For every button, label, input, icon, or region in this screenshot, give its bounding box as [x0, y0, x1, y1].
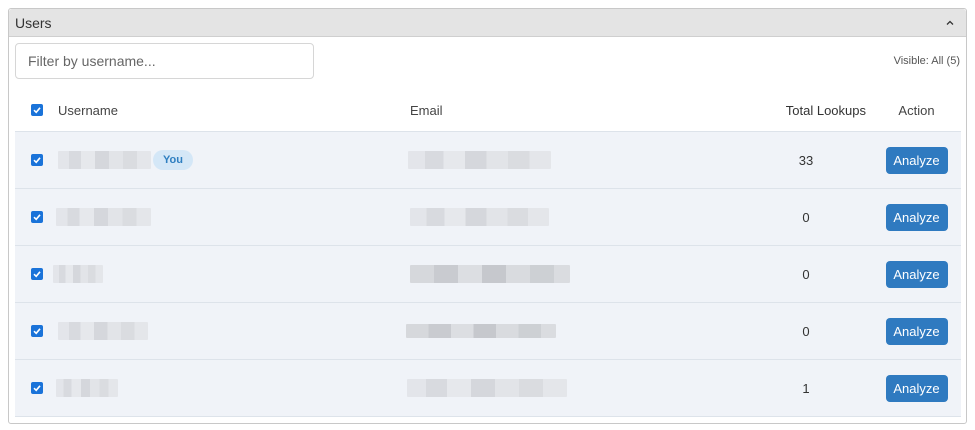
- redacted-email: [408, 151, 551, 169]
- redacted-username: [53, 265, 103, 283]
- analyze-button[interactable]: Analyze: [885, 260, 948, 288]
- collapse-button[interactable]: [942, 15, 958, 31]
- total-lookups-value: 33: [798, 152, 814, 168]
- redacted-username: [58, 322, 148, 340]
- redacted-email: [406, 324, 556, 338]
- checkmark-icon: [32, 157, 41, 164]
- table-header: Username Email Total Lookups Action: [15, 89, 961, 132]
- analyze-button[interactable]: Analyze: [885, 203, 948, 231]
- row-checkbox[interactable]: [30, 154, 43, 166]
- redacted-username: [56, 208, 151, 226]
- column-header-username[interactable]: Username: [58, 103, 410, 118]
- checkmark-icon: [32, 328, 41, 335]
- row-checkbox[interactable]: [30, 382, 43, 394]
- checkmark-icon: [32, 271, 41, 278]
- visible-count: Visible: All (5): [893, 55, 960, 67]
- redacted-email: [410, 265, 570, 283]
- total-lookups-value: 0: [802, 209, 810, 225]
- you-badge: You: [153, 150, 193, 170]
- total-lookups-value: 1: [802, 380, 810, 396]
- redacted-username: [58, 151, 151, 169]
- redacted-email: [407, 379, 567, 397]
- users-table: Username Email Total Lookups Action You …: [15, 89, 961, 417]
- panel-header: Users: [9, 9, 966, 37]
- analyze-button[interactable]: Analyze: [885, 317, 948, 345]
- row-checkbox[interactable]: [30, 268, 43, 280]
- table-row: 0 Analyze: [15, 246, 961, 303]
- row-checkbox[interactable]: [30, 211, 43, 223]
- chevron-up-icon: [946, 20, 954, 25]
- redacted-email: [410, 208, 549, 226]
- total-lookups-value: 0: [802, 323, 810, 339]
- total-lookups-value: 0: [802, 266, 810, 282]
- column-header-action: Action: [898, 102, 935, 118]
- checkmark-icon: [32, 385, 41, 392]
- table-row: 0 Analyze: [15, 303, 961, 360]
- table-row: 0 Analyze: [15, 189, 961, 246]
- table-row: You 33 Analyze: [15, 132, 961, 189]
- analyze-button[interactable]: Analyze: [885, 374, 948, 402]
- row-checkbox[interactable]: [30, 325, 43, 337]
- filter-username-input[interactable]: [15, 43, 314, 79]
- panel-title: Users: [15, 14, 52, 31]
- checkmark-icon: [32, 214, 41, 221]
- select-all-checkbox[interactable]: [30, 104, 43, 116]
- checkmark-icon: [32, 107, 41, 114]
- column-header-email[interactable]: Email: [410, 103, 740, 118]
- redacted-username: [56, 379, 118, 397]
- users-panel: Users Visible: All (5) Username Email To…: [8, 8, 967, 424]
- analyze-button[interactable]: Analyze: [885, 146, 948, 174]
- column-header-total-lookups[interactable]: Total Lookups: [740, 103, 872, 118]
- table-row: 1 Analyze: [15, 360, 961, 417]
